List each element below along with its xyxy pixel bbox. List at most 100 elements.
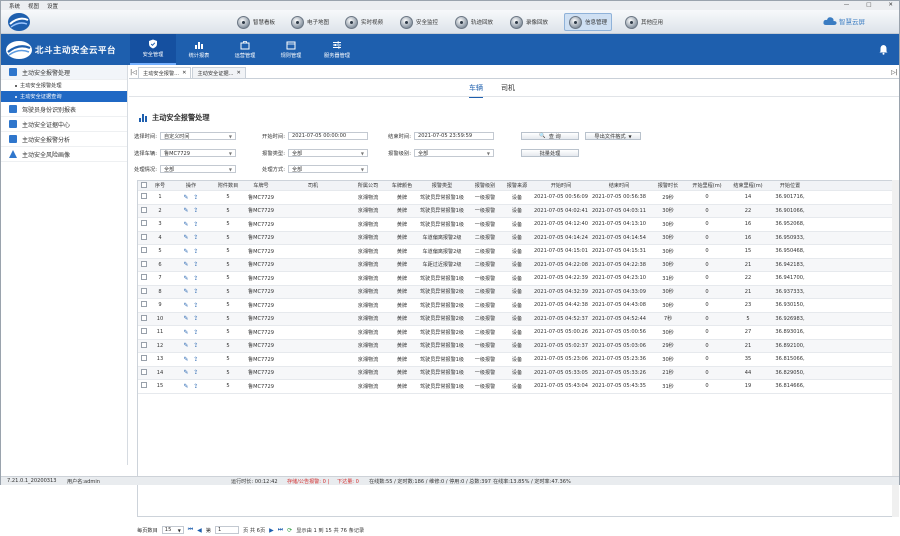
tabs-left-arrow-icon[interactable]: |◁ (129, 67, 138, 78)
edit-icon[interactable]: ✎ (184, 329, 189, 336)
row-checkbox[interactable] (138, 314, 150, 323)
table-row[interactable]: 12 ✎ ⇪ 5 鲁MC7729 京湘物流 黄牌 驾驶员异常报警1级 一级报警 设备 2021-0… (138, 339, 898, 353)
last-page-icon[interactable]: ⏭ (278, 526, 283, 534)
query-button[interactable]: 🔍 查 询 (521, 132, 579, 140)
table-row[interactable]: 13 ✎ ⇪ 5 鲁MC7729 京湘物流 黄牌 驾驶员异常报警1级 一级报警 设备 2021-0… (138, 353, 898, 367)
table-row[interactable]: 2 ✎ ⇪ 5 鲁MC7729 京湘物流 黄牌 驾驶员异常报警1级 一级报警 设备 2021-07… (138, 204, 898, 218)
nav-tab-operations[interactable]: 运营管理 (222, 34, 268, 65)
column-header[interactable]: 序号 (150, 182, 170, 189)
table-row[interactable]: 5 ✎ ⇪ 5 鲁MC7729 京湘物流 黄牌 车道偏离报警2级 二级报警 设备 2021-07-… (138, 245, 898, 259)
column-header[interactable]: 结束里程(m) (726, 182, 770, 189)
first-page-icon[interactable]: ⏮ (188, 526, 193, 534)
row-checkbox[interactable] (138, 247, 150, 255)
row-checkbox[interactable] (138, 355, 150, 363)
column-header[interactable]: 司机 (278, 182, 348, 189)
column-header[interactable]: 开始时间 (532, 182, 590, 189)
upload-icon[interactable]: ⇪ (193, 369, 198, 376)
nav-tab-servers[interactable]: 服务器管理 (314, 34, 360, 65)
tab-close-icon[interactable]: ✕ (237, 70, 241, 76)
toolbar-track-button[interactable]: 轨迹回放 (451, 13, 497, 31)
table-row[interactable]: 7 ✎ ⇪ 5 鲁MC7729 京湘物流 黄牌 驾驶员异常报警1级 一级报警 设备 2021-07… (138, 272, 898, 286)
upload-icon[interactable]: ⇪ (193, 194, 198, 201)
upload-icon[interactable]: ⇪ (193, 356, 198, 363)
sidebar-item-alarm-processing[interactable]: 主动安全报警处理 (1, 80, 127, 91)
sidebar-group-driver-id-report[interactable]: 驾驶员身份识别报表 (1, 102, 127, 117)
table-row[interactable]: 1 ✎ ⇪ 5 鲁MC7729 京湘物流 黄牌 驾驶员异常报警1级 一级报警 设备 2021-07… (138, 191, 898, 205)
brand-link[interactable]: 智慧云屏 (823, 16, 865, 26)
edit-icon[interactable]: ✎ (184, 342, 189, 349)
row-checkbox[interactable] (138, 368, 150, 377)
row-checkbox[interactable] (138, 287, 150, 296)
upload-icon[interactable]: ⇪ (193, 207, 198, 214)
column-header[interactable]: 车牌号 (244, 182, 278, 189)
tab-close-icon[interactable]: ✕ (182, 70, 186, 76)
edit-icon[interactable]: ✎ (184, 221, 189, 228)
column-header[interactable]: 报警类型 (416, 182, 468, 189)
sidebar-group-evidence-center[interactable]: 主动安全证据中心 (1, 117, 127, 132)
column-header[interactable]: 结束时间 (590, 182, 648, 189)
table-row[interactable]: 6 ✎ ⇪ 5 鲁MC7729 京湘物流 黄牌 车距过近报警2级 二级报警 设备 2021-07-… (138, 258, 898, 272)
row-checkbox[interactable] (138, 220, 150, 228)
upload-icon[interactable]: ⇪ (193, 329, 198, 336)
page-size-select[interactable]: 15 ▼ (161, 526, 184, 534)
toolbar-map-button[interactable]: 电子地图 (287, 13, 333, 31)
column-header[interactable]: 报警时长 (648, 182, 688, 189)
column-header[interactable]: 报警级别 (468, 182, 502, 189)
sidebar-item-evidence-query[interactable]: 主动安全证据查询 (1, 91, 127, 102)
page-tab-alarm-processing[interactable]: 主动安全报警... ✕ (138, 67, 192, 78)
row-checkbox[interactable] (138, 206, 150, 215)
row-checkbox[interactable] (138, 233, 150, 242)
column-header[interactable]: 开始位置 (770, 182, 810, 189)
toolbar-apps-button[interactable]: 其他应用 (621, 13, 667, 31)
column-header[interactable]: 所属公司 (348, 182, 388, 189)
menu-item-view[interactable]: 视图 (28, 2, 39, 10)
nav-tab-safety[interactable]: 安全管理 (130, 34, 176, 65)
vehicle-select[interactable]: 鲁MC7729 ▼ (160, 149, 236, 157)
toolbar-playback-button[interactable]: 录像回放 (506, 13, 552, 31)
bell-icon[interactable] (878, 44, 889, 55)
vertical-scrollbar[interactable] (892, 180, 899, 517)
tabs-right-arrow-icon[interactable]: ▷| (890, 67, 899, 78)
edit-icon[interactable]: ✎ (184, 275, 189, 282)
page-tab-evidence-query[interactable]: 主动安全证据... ✕ (192, 67, 246, 78)
upload-icon[interactable]: ⇪ (193, 261, 198, 268)
next-page-icon[interactable]: ▶ (269, 527, 274, 534)
maximize-icon[interactable]: □ (866, 2, 871, 9)
row-checkbox[interactable] (138, 193, 150, 201)
end-time-input[interactable]: 2021-07-05 23:59:59 (414, 132, 494, 140)
row-checkbox[interactable] (138, 260, 150, 269)
close-icon[interactable]: ✕ (888, 2, 893, 9)
edit-icon[interactable]: ✎ (184, 288, 189, 295)
nav-tab-rules[interactable]: 规则管理 (268, 34, 314, 65)
status-select[interactable]: 全部 ▼ (160, 165, 236, 173)
export-button[interactable]: 导出文件格式 ▼ (585, 132, 641, 140)
toolbar-video-button[interactable]: 实时视频 (341, 13, 387, 31)
row-checkbox[interactable] (138, 328, 150, 336)
column-header[interactable]: 开始里程(m) (688, 182, 726, 189)
nav-tab-reports[interactable]: 统计报表 (176, 34, 222, 65)
alarm-level-select[interactable]: 全部 ▼ (414, 149, 494, 157)
batch-process-button[interactable]: 批量处理 (521, 149, 579, 157)
edit-icon[interactable]: ✎ (184, 369, 189, 376)
column-header[interactable]: 操作 (170, 182, 212, 189)
time-select[interactable]: 自定义时间 ▼ (160, 132, 236, 140)
edit-icon[interactable]: ✎ (184, 234, 189, 241)
upload-icon[interactable]: ⇪ (193, 315, 198, 322)
alarm-type-select[interactable]: 全部 ▼ (288, 149, 368, 157)
toolbar-dashboard-button[interactable]: 智慧看板 (233, 13, 279, 31)
table-row[interactable]: 15 ✎ ⇪ 5 鲁MC7729 京湘物流 黄牌 驾驶员异常报警1级 一级报警 设备 2021-0… (138, 380, 898, 394)
upload-icon[interactable]: ⇪ (193, 234, 198, 241)
edit-icon[interactable]: ✎ (184, 383, 189, 390)
row-checkbox[interactable] (138, 301, 150, 309)
toolbar-info-button[interactable]: 信息管理 (564, 13, 613, 31)
table-row[interactable]: 8 ✎ ⇪ 5 鲁MC7729 京湘物流 黄牌 驾驶员异常报警2级 二级报警 设备 2021-07… (138, 285, 898, 299)
sidebar-group-alarm-processing[interactable]: 主动安全报警处理 (1, 65, 127, 80)
column-header[interactable]: 附件数目 (212, 182, 244, 189)
menu-item-settings[interactable]: 设置 (47, 2, 58, 10)
upload-icon[interactable]: ⇪ (193, 302, 198, 309)
edit-icon[interactable]: ✎ (184, 315, 189, 322)
edit-icon[interactable]: ✎ (184, 302, 189, 309)
table-row[interactable]: 4 ✎ ⇪ 5 鲁MC7729 京湘物流 黄牌 车道偏离报警2级 二级报警 设备 2021-07-… (138, 231, 898, 245)
menu-item-system[interactable]: 系统 (9, 2, 20, 10)
table-row[interactable]: 10 ✎ ⇪ 5 鲁MC7729 京湘物流 黄牌 驾驶员异常报警2级 二级报警 设备 2021-0… (138, 312, 898, 326)
